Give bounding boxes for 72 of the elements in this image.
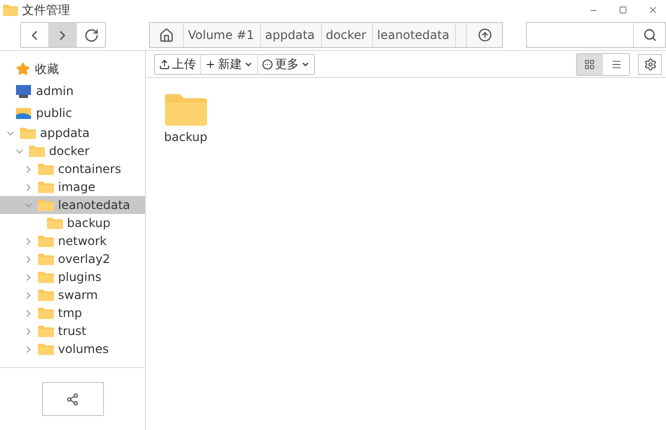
window-title: 文件管理 [22, 2, 71, 18]
shortcut-item[interactable]: admin [36, 84, 74, 98]
folder-name: network [58, 234, 107, 248]
settings-icon [644, 58, 656, 70]
folder-icon [38, 234, 54, 248]
tree-item[interactable]: appdata [0, 124, 145, 142]
folder-name: containers [58, 162, 122, 176]
ellipsis-icon [262, 58, 273, 70]
maximize-icon[interactable] [619, 6, 627, 14]
tree-item[interactable]: network [0, 232, 145, 250]
settings-button[interactable] [638, 54, 662, 74]
breadcrumb-item[interactable]: appdata [261, 23, 322, 47]
grid-view-button[interactable] [577, 54, 603, 74]
share-button[interactable] [42, 382, 104, 416]
tree-item[interactable]: trust [0, 322, 145, 340]
folder-name: volumes [58, 342, 109, 356]
folder-name: overlay2 [58, 252, 110, 266]
folder-name: plugins [58, 270, 102, 284]
folder-name: docker [49, 144, 90, 158]
folder-icon [38, 324, 54, 338]
folder-name: appdata [40, 126, 90, 140]
folder-name: tmp [58, 306, 82, 320]
tree-item[interactable]: plugins [0, 268, 145, 286]
grid-icon [584, 58, 595, 70]
folder-name: image [58, 180, 96, 194]
folder-icon [38, 180, 54, 194]
folder-icon [38, 252, 54, 266]
arrow-up-icon [478, 28, 492, 42]
folder-icon [164, 92, 207, 126]
tree-item[interactable]: tmp [0, 304, 145, 322]
folder-icon [38, 162, 54, 176]
breadcrumb-item[interactable]: Volume #1 [184, 23, 262, 47]
tree-item[interactable]: backup [0, 214, 145, 232]
tree-item[interactable]: docker [0, 142, 145, 160]
toolbar-button[interactable]: 上传 [155, 54, 201, 74]
search-field[interactable] [526, 22, 666, 48]
list-icon [610, 58, 622, 70]
folder-icon [38, 342, 54, 356]
breadcrumb-item[interactable]: docker [322, 23, 374, 47]
folder-icon [38, 198, 54, 212]
file-name[interactable]: backup [164, 130, 208, 144]
star-icon [16, 62, 30, 76]
folder-name: trust [58, 324, 86, 338]
folder-name: swarm [58, 288, 98, 302]
folder-icon [38, 270, 54, 284]
tree-item[interactable]: volumes [0, 340, 145, 358]
search-icon [642, 28, 656, 42]
breadcrumb-item[interactable]: leanotedata [373, 23, 456, 47]
folder-name: leanotedata [58, 198, 130, 212]
shared-folder-icon [16, 106, 31, 120]
shortcut-item[interactable]: 收藏 [35, 60, 59, 78]
shortcut-item[interactable]: public [36, 106, 72, 120]
folder-icon [47, 216, 63, 230]
close-icon[interactable] [648, 5, 658, 15]
folder-icon [38, 288, 54, 302]
tree-item[interactable]: leanotedata [0, 196, 145, 214]
monitor-icon [16, 84, 31, 98]
tree-item[interactable]: swarm [0, 286, 145, 304]
folder-icon [29, 144, 45, 158]
home-icon [159, 28, 174, 42]
folder-icon [38, 306, 54, 320]
tree-item[interactable]: overlay2 [0, 250, 145, 268]
upload-icon [159, 58, 170, 70]
back-button[interactable] [21, 23, 49, 47]
folder-icon [20, 126, 36, 140]
tree-item[interactable]: containers [0, 160, 145, 178]
folder-name: backup [67, 216, 110, 230]
share-icon [66, 392, 79, 406]
tree-item[interactable]: image [0, 178, 145, 196]
plus-icon [205, 58, 216, 70]
refresh-icon [84, 28, 98, 42]
app-folder-icon [3, 4, 18, 16]
